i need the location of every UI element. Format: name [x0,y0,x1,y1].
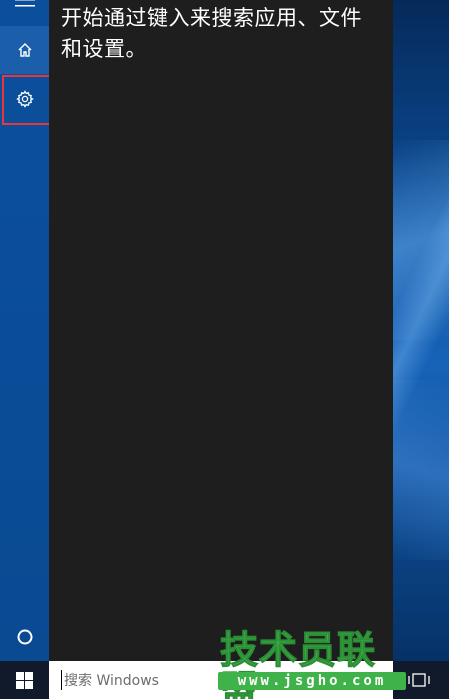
wallpaper-light-beam [393,140,449,340]
windows-logo-icon [16,671,33,689]
taskbar: 搜索 Windows [0,661,449,699]
task-view-button[interactable] [401,661,437,699]
task-view-icon [408,673,430,687]
wallpaper-light-beam [393,380,449,560]
hamburger-icon [14,0,35,7]
screen: 开始通过键入来搜索应用、文件和设置。 搜索 Windows 技术员联盟 www.… [0,0,449,699]
text-caret [61,670,62,690]
start-button[interactable] [0,661,49,699]
search-hint-text: 开始通过键入来搜索应用、文件和设置。 [61,6,362,61]
desktop-wallpaper [393,0,449,661]
search-placeholder: 搜索 Windows [64,673,159,689]
cortana-panel: 开始通过键入来搜索应用、文件和设置。 [49,0,393,661]
cortana-button[interactable] [0,613,49,661]
home-icon [18,43,31,57]
menu-button[interactable] [0,0,49,18]
search-input[interactable]: 搜索 Windows [49,661,393,699]
cortana-circle-icon [17,629,32,645]
home-button[interactable] [0,26,49,74]
